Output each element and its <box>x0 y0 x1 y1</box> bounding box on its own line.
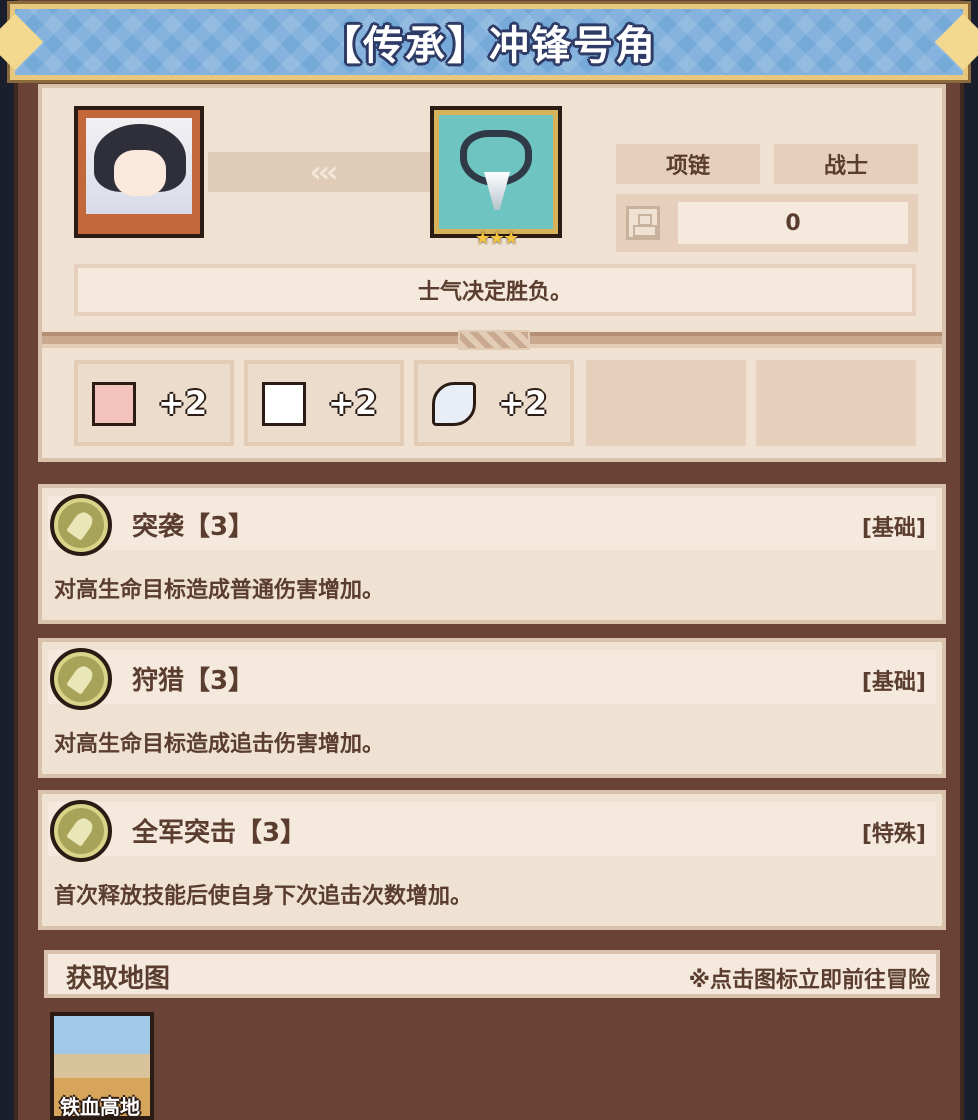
skill-name-text: 狩猎 <box>132 666 185 696</box>
item-stars: ★★★ <box>474 228 519 249</box>
transfer-arrows-icon: ‹‹‹ <box>208 152 436 192</box>
page-title: 【传承】冲锋号角 <box>321 23 657 69</box>
skill-kind: [基础] <box>861 516 926 541</box>
skill-name-text: 全军突击 <box>132 818 237 848</box>
section-divider <box>42 330 942 350</box>
skill-card[interactable]: 狩猎【3】 [基础] 对高生命目标造成追击伤害增加。 <box>38 638 946 778</box>
stat-slot-empty <box>586 360 746 446</box>
skill-description: 对高生命目标造成追击伤害增加。 <box>54 732 385 757</box>
fist-icon <box>92 382 136 426</box>
skill-description: 对高生命目标造成普通伤害增加。 <box>54 578 385 603</box>
skill-name: 全军突击【3】 <box>132 812 306 849</box>
power-box: 0 <box>616 194 918 252</box>
stat-value: +2 <box>328 384 378 422</box>
stat-slot: +2 <box>414 360 574 446</box>
skill-header: 全军突击【3】 [特殊] <box>48 802 936 856</box>
acquire-map-title: 获取地图 <box>66 964 171 994</box>
banner-corner-left <box>0 13 44 71</box>
skill-name-text: 突袭 <box>132 512 185 542</box>
skill-card[interactable]: 突袭【3】 [基础] 对高生命目标造成普通伤害增加。 <box>38 484 946 624</box>
stat-slot: +2 <box>244 360 404 446</box>
necklace-item-icon[interactable]: ★★★ <box>430 106 562 249</box>
power-value: 0 <box>678 202 908 244</box>
item-class-tag: 战士 <box>774 144 918 184</box>
feather-icon <box>432 382 476 426</box>
acquire-map-header: 获取地图 ※点击图标立即前往冒险 <box>44 950 940 998</box>
skill-icon <box>50 648 112 710</box>
power-icon <box>626 206 660 240</box>
skill-level: 【3】 <box>184 512 255 542</box>
skill-card[interactable]: 全军突击【3】 [特殊] 首次释放技能后使自身下次追击次数增加。 <box>38 790 946 930</box>
item-type-tag: 项链 <box>616 144 760 184</box>
stat-slot: +2 <box>74 360 234 446</box>
hero-portrait[interactable] <box>74 106 204 238</box>
skill-kind: [基础] <box>861 670 926 695</box>
map-tile[interactable]: 铁血高地 <box>50 1012 154 1120</box>
portrait-image <box>86 118 192 214</box>
acquire-map-hint: ※点击图标立即前往冒险 <box>688 968 930 993</box>
stat-value: +2 <box>158 384 208 422</box>
horn-icon <box>484 172 510 210</box>
skill-header: 狩猎【3】 [基础] <box>48 650 936 704</box>
skill-level: 【3】 <box>236 818 307 848</box>
skill-name: 突袭【3】 <box>132 506 254 543</box>
skill-level: 【3】 <box>184 666 255 696</box>
skill-icon <box>50 494 112 556</box>
stat-value: +2 <box>498 384 548 422</box>
stat-slot-empty <box>756 360 916 446</box>
item-info-panel: ‹‹‹ ★★★ 项链 战士 0 士气决定胜负。 +2 +2 +2 <box>38 84 946 462</box>
title-banner: 【传承】冲锋号角 <box>0 4 978 80</box>
skill-description: 首次释放技能后使自身下次追击次数增加。 <box>54 884 473 909</box>
portrait-face <box>114 150 166 196</box>
banner-corner-right <box>934 13 978 71</box>
skill-header: 突袭【3】 [基础] <box>48 496 936 550</box>
skill-kind: [特殊] <box>861 822 926 847</box>
map-name: 铁血高地 <box>60 1095 140 1119</box>
book-icon <box>262 382 306 426</box>
item-motto: 士气决定胜负。 <box>74 264 916 316</box>
skill-icon <box>50 800 112 862</box>
skill-name: 狩猎【3】 <box>132 660 254 697</box>
divider-ornament <box>458 330 530 350</box>
